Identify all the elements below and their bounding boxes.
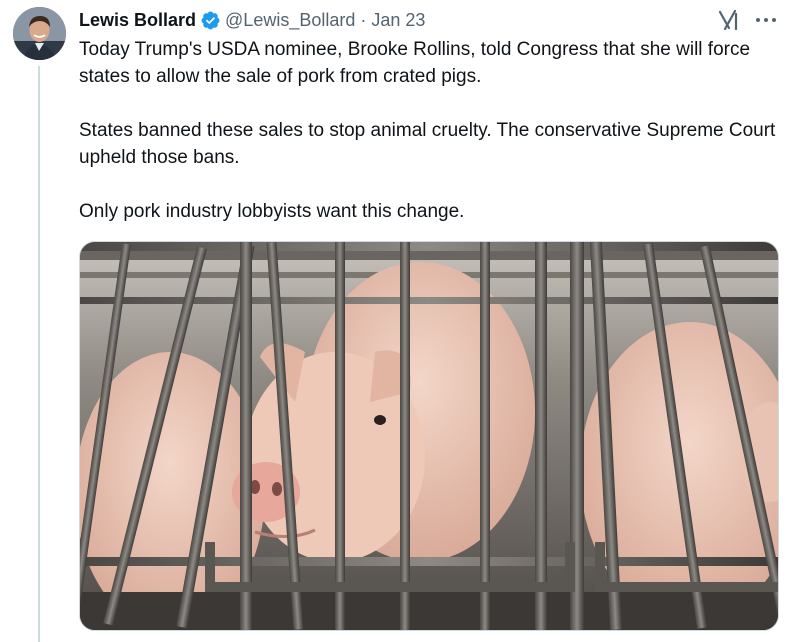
separator-dot: · bbox=[360, 9, 367, 30]
tweet-header: Lewis Bollard @Lewis_Bollard · Jan 23 bbox=[79, 8, 425, 32]
more-options-icon[interactable] bbox=[753, 8, 779, 32]
tweet-media-image[interactable] bbox=[79, 241, 779, 631]
grok-icon[interactable] bbox=[716, 8, 742, 32]
author-name[interactable]: Lewis Bollard bbox=[79, 10, 196, 31]
tweet-paragraph: States banned these sales to stop animal… bbox=[79, 120, 776, 168]
verified-badge-icon[interactable] bbox=[200, 10, 221, 31]
tweet-text: Today Trump's USDA nominee, Brooke Rolli… bbox=[79, 36, 779, 225]
tweet-paragraph: Today Trump's USDA nominee, Brooke Rolli… bbox=[79, 39, 751, 87]
author-handle[interactable]: @Lewis_Bollard bbox=[225, 10, 355, 31]
tweet-date[interactable]: Jan 23 bbox=[371, 10, 425, 31]
tweet-paragraph: Only pork industry lobbyists want this c… bbox=[79, 201, 465, 222]
thread-line bbox=[38, 66, 40, 642]
avatar[interactable] bbox=[13, 7, 66, 60]
